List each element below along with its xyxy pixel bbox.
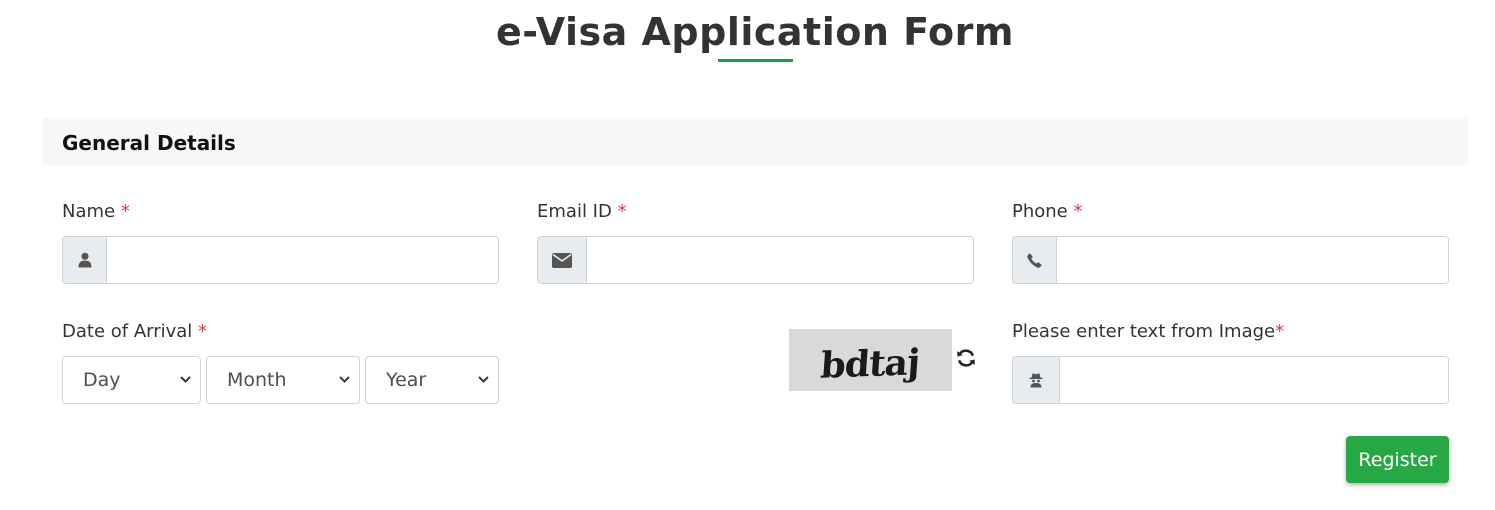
arrival-label: Date of Arrival *	[62, 321, 207, 342]
name-input[interactable]	[107, 237, 498, 283]
phone-input[interactable]	[1057, 237, 1448, 283]
arrival-label-text: Date of Arrival	[62, 321, 199, 342]
captcha-label-text: Please enter text from Image	[1012, 321, 1276, 342]
month-select[interactable]: Month	[206, 356, 360, 404]
name-required-mark: *	[120, 201, 130, 222]
captcha-required-mark: *	[1275, 321, 1285, 342]
phone-input-group	[1012, 236, 1449, 284]
evisa-form-page: e-Visa Application Form General Details …	[0, 0, 1495, 510]
chevron-down-icon	[478, 376, 489, 383]
section-title: General Details	[62, 131, 236, 155]
phone-required-mark: *	[1073, 201, 1083, 222]
phone-label: Phone *	[1012, 201, 1082, 222]
spy-icon	[1013, 357, 1060, 403]
name-label-text: Name	[62, 201, 121, 222]
captcha-image: bdtaj	[789, 329, 952, 391]
user-icon	[63, 237, 107, 283]
email-input[interactable]	[587, 237, 973, 283]
captcha-label: Please enter text from Image*	[1012, 321, 1284, 342]
year-select-value: Year	[386, 369, 427, 391]
envelope-icon	[538, 237, 587, 283]
captcha-input[interactable]	[1060, 357, 1448, 403]
phone-label-text: Phone	[1012, 201, 1074, 222]
title-underline	[718, 59, 793, 62]
section-header: General Details	[43, 118, 1468, 165]
month-select-value: Month	[227, 369, 287, 391]
day-select[interactable]: Day	[62, 356, 201, 404]
chevron-down-icon	[180, 376, 191, 383]
email-label: Email ID *	[537, 201, 627, 222]
register-button[interactable]: Register	[1346, 436, 1449, 483]
captcha-image-text: bdtaj	[819, 341, 921, 387]
arrival-required-mark: *	[198, 321, 208, 342]
year-select[interactable]: Year	[365, 356, 499, 404]
captcha-input-group	[1012, 356, 1449, 404]
email-input-group	[537, 236, 974, 284]
refresh-icon[interactable]	[955, 347, 977, 369]
day-select-value: Day	[83, 369, 121, 391]
page-title: e-Visa Application Form	[495, 10, 1014, 54]
chevron-down-icon	[339, 376, 350, 383]
name-label: Name *	[62, 201, 130, 222]
email-required-mark: *	[617, 201, 627, 222]
name-input-group	[62, 236, 499, 284]
phone-icon	[1013, 237, 1057, 283]
email-label-text: Email ID	[537, 201, 618, 222]
